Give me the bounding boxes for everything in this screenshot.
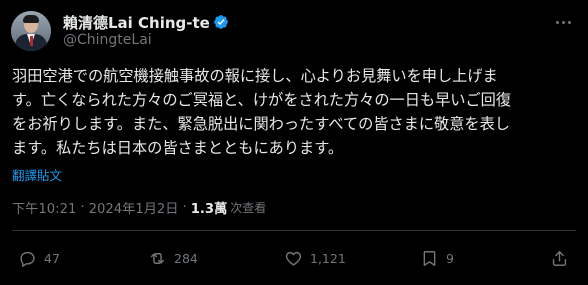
views-count[interactable]: 1.3萬 [191, 198, 228, 217]
views-label: 次查看 [230, 201, 267, 215]
avatar[interactable] [11, 11, 51, 51]
divider [12, 230, 576, 231]
like-button[interactable]: 1,121 [284, 244, 346, 272]
meta-separator: · [182, 200, 187, 215]
retweet-icon [150, 252, 165, 264]
share-icon [552, 250, 567, 266]
author-name-row: 賴清德Lai Ching-te [63, 12, 229, 32]
retweet-button[interactable]: 284 [148, 244, 198, 272]
heart-icon [285, 251, 302, 266]
author-handle[interactable]: @ChingteLai [63, 32, 152, 48]
tweet-card: 賴清德Lai Ching-te @ChingteLai 羽田空港での航空機接触事… [0, 0, 588, 285]
reply-button[interactable]: 47 [18, 244, 60, 272]
tweet-text: 羽田空港での航空機接触事故の報に接し、心よりお見舞いを申し上げま す。亡くなられ… [12, 64, 578, 160]
bookmark-icon [423, 250, 436, 266]
tweet-text-line: をお祈りします。また、緊急脱出に関わったすべての皆さまに敬意を表し [12, 115, 510, 133]
tweet-metadata: 下午10:21 · 2024年1月2日 · 1.3萬 次查看 [12, 198, 266, 217]
author-display-name[interactable]: 賴清德Lai Ching-te [63, 12, 210, 33]
translate-post-link[interactable]: 翻譯貼文 [12, 165, 62, 184]
tweet-text-line: す。亡くなられた方々のご冥福と、けがをされた方々の一日も早いご回復 [12, 91, 512, 109]
more-options-icon[interactable] [552, 12, 574, 32]
bookmark-count: 9 [446, 250, 454, 266]
share-button[interactable] [550, 244, 569, 272]
like-count: 1,121 [310, 250, 346, 266]
meta-separator: · [80, 200, 85, 215]
retweet-count: 284 [174, 250, 198, 266]
bookmark-button[interactable]: 9 [420, 244, 454, 272]
action-bar: 47 284 1,121 9 [12, 244, 576, 272]
reply-icon [20, 251, 35, 267]
tweet-text-line: ます。私たちは日本の皆さまとともにあります。 [12, 139, 344, 157]
tweet-time[interactable]: 下午10:21 [12, 198, 76, 217]
reply-count: 47 [44, 250, 60, 266]
tweet-text-line: 羽田空港での航空機接触事故の報に接し、心よりお見舞いを申し上げま [12, 67, 498, 85]
verified-badge-icon[interactable] [213, 14, 229, 30]
tweet-date[interactable]: 2024年1月2日 [89, 198, 179, 217]
